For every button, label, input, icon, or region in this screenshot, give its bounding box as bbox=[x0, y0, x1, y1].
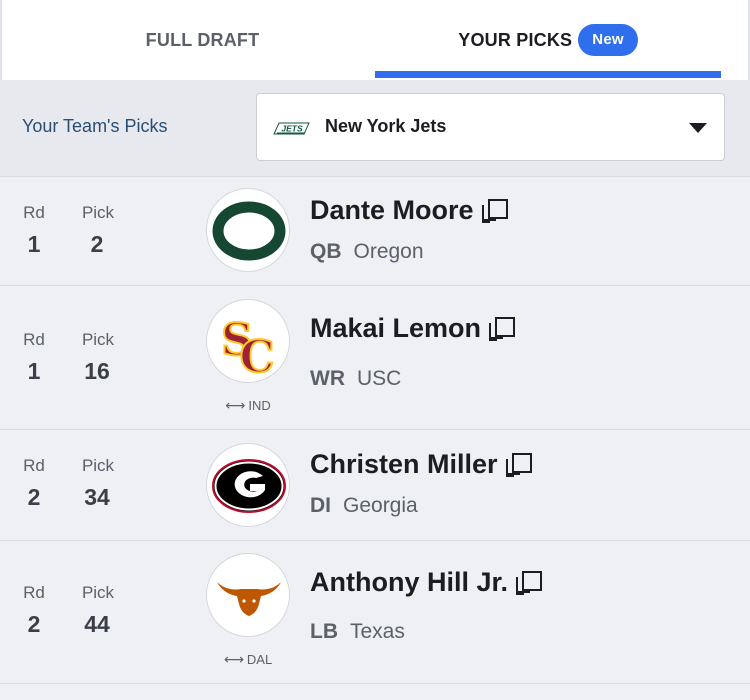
round-label: Rd bbox=[23, 203, 45, 222]
pick-row: Rd 2 Pick 34 Christen Miller DI Georgia bbox=[0, 431, 750, 541]
round-label: Rd bbox=[23, 583, 45, 602]
player-position: LB bbox=[310, 620, 338, 643]
pick-row: Rd 1 Pick 16 S C ⟷ IND Makai Lemon WR USC bbox=[0, 287, 750, 430]
open-external-icon[interactable] bbox=[481, 198, 508, 223]
player-name-link[interactable]: Dante Moore bbox=[310, 195, 508, 226]
player-name-link[interactable]: Anthony Hill Jr. bbox=[310, 567, 543, 598]
trade-indicator: ⟷ IND bbox=[206, 397, 290, 414]
open-external-icon[interactable] bbox=[516, 570, 543, 595]
player-name: Dante Moore bbox=[310, 195, 474, 225]
player-name: Christen Miller bbox=[310, 449, 498, 479]
pick-value: 16 bbox=[84, 358, 110, 384]
trade-indicator: ⟷ DAL bbox=[206, 651, 290, 668]
texas-logo-icon bbox=[206, 553, 290, 637]
georgia-logo-icon bbox=[206, 443, 290, 527]
tab-full-draft-label: FULL DRAFT bbox=[145, 29, 260, 50]
tab-full-draft[interactable]: FULL DRAFT bbox=[30, 0, 375, 80]
pick-label: Pick bbox=[81, 330, 115, 349]
round-value: 2 bbox=[27, 484, 41, 510]
pick-label: Pick bbox=[81, 456, 115, 475]
pick-value: 34 bbox=[84, 484, 110, 510]
player-meta: DI Georgia bbox=[310, 494, 418, 518]
player-name: Makai Lemon bbox=[310, 313, 482, 343]
oregon-logo-icon bbox=[206, 188, 290, 272]
pick-row: Rd 1 Pick 2 Dante Moore QB Oregon bbox=[0, 177, 750, 286]
team-picks-header: Your Team's Picks JETS New York Jets bbox=[0, 80, 750, 177]
round-value: 1 bbox=[27, 231, 41, 257]
trade-arrows-icon: ⟷ bbox=[223, 651, 244, 667]
trade-team: IND bbox=[248, 398, 271, 413]
pick-row: Rd 2 Pick 44 ⟷ DAL Anthony Hill Jr. LB Tex… bbox=[0, 542, 750, 684]
pick-label: Pick bbox=[81, 203, 115, 222]
svg-text:C: C bbox=[239, 332, 274, 383]
player-school: Georgia bbox=[343, 494, 418, 517]
jets-logo-icon: JETS bbox=[273, 122, 310, 135]
trade-arrows-icon: ⟷ bbox=[225, 397, 246, 413]
pick-value: 2 bbox=[90, 231, 104, 257]
player-position: WR bbox=[310, 367, 345, 390]
selected-team-name: New York Jets bbox=[325, 116, 447, 136]
player-position: QB bbox=[310, 240, 342, 263]
player-school: Oregon bbox=[353, 240, 424, 263]
player-school: Texas bbox=[350, 620, 405, 643]
pick-label: Pick bbox=[81, 583, 115, 602]
round-value: 2 bbox=[27, 611, 41, 637]
player-school: USC bbox=[357, 367, 402, 390]
player-name-link[interactable]: Makai Lemon bbox=[310, 313, 516, 344]
chevron-down-icon bbox=[689, 123, 707, 133]
player-position: DI bbox=[310, 494, 331, 517]
player-meta: QB Oregon bbox=[310, 240, 424, 264]
svg-text:JETS: JETS bbox=[281, 124, 303, 134]
round-label: Rd bbox=[23, 330, 45, 349]
player-name: Anthony Hill Jr. bbox=[310, 567, 509, 597]
player-meta: WR USC bbox=[310, 367, 401, 391]
open-external-icon[interactable] bbox=[489, 316, 516, 341]
trade-team: DAL bbox=[246, 652, 273, 667]
team-picks-label: Your Team's Picks bbox=[22, 116, 168, 136]
tab-bar: FULL DRAFT YOUR PICKS New bbox=[0, 0, 750, 80]
player-name-link[interactable]: Christen Miller bbox=[310, 449, 532, 480]
tab-your-picks[interactable]: YOUR PICKS New bbox=[375, 0, 721, 80]
usc-logo-icon: S C bbox=[206, 299, 290, 383]
team-select-dropdown[interactable]: JETS New York Jets bbox=[256, 93, 725, 161]
active-tab-indicator bbox=[375, 71, 721, 78]
round-value: 1 bbox=[27, 358, 41, 384]
open-external-icon[interactable] bbox=[505, 452, 532, 477]
player-meta: LB Texas bbox=[310, 620, 405, 644]
new-badge: New bbox=[578, 24, 638, 56]
round-label: Rd bbox=[23, 456, 45, 475]
tab-your-picks-label: YOUR PICKS bbox=[458, 29, 573, 50]
pick-value: 44 bbox=[84, 611, 110, 637]
